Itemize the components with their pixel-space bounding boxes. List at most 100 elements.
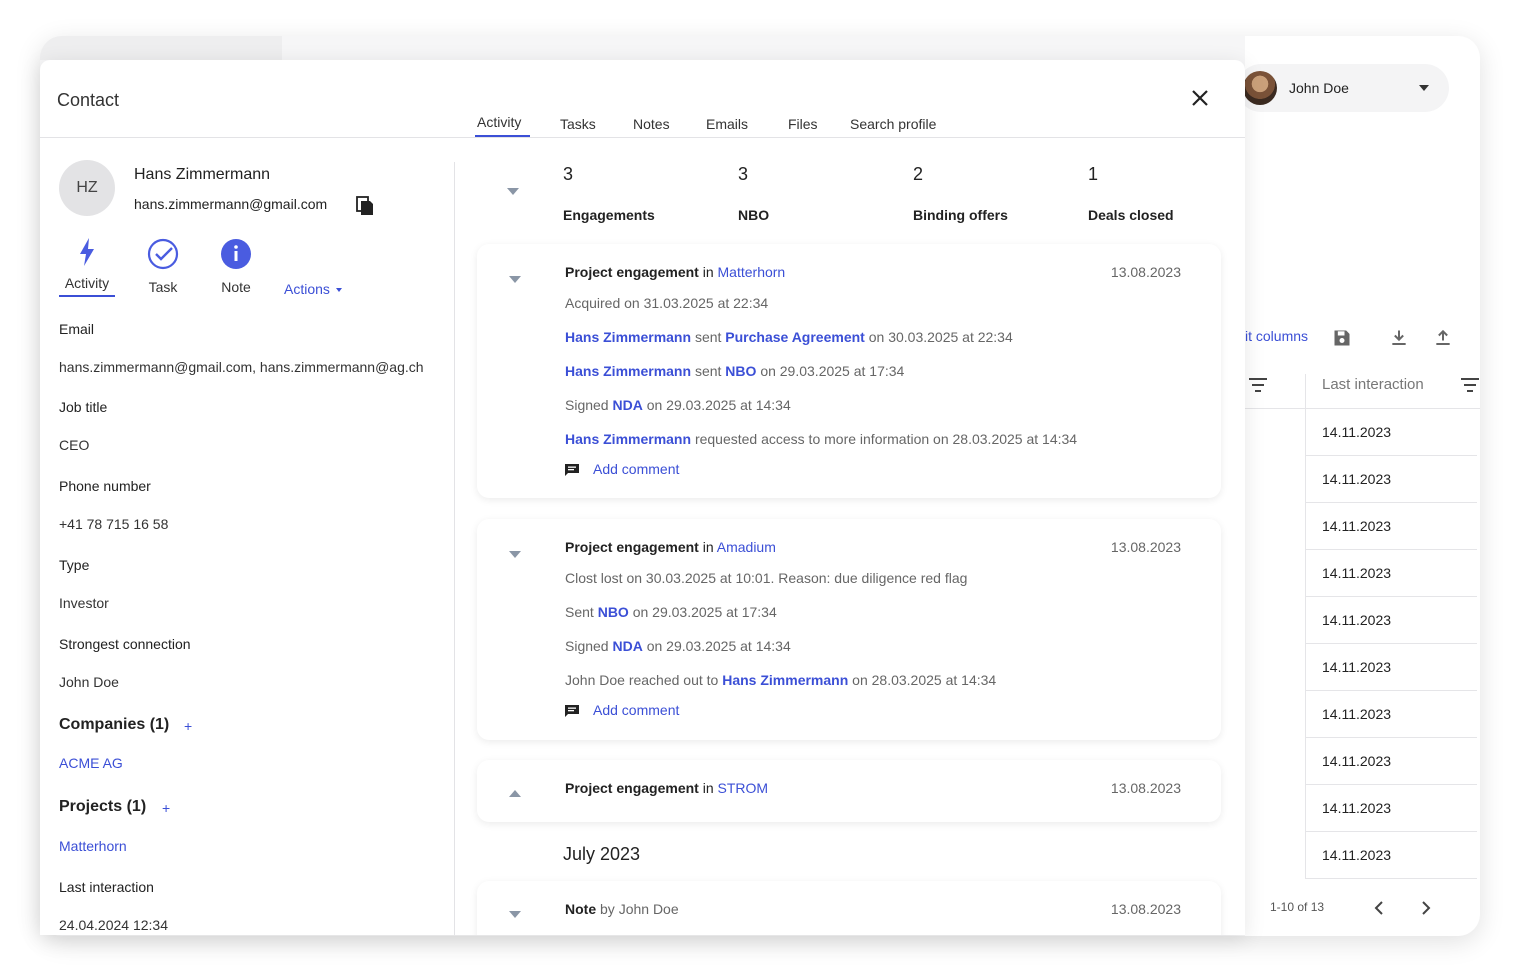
tab-activity[interactable]: Activity [477,114,521,130]
tab-tasks[interactable]: Tasks [560,116,596,132]
activity-verb: Sent [565,604,594,620]
person-link[interactable]: Hans Zimmermann [565,329,691,345]
chevron-down-icon[interactable] [1419,85,1429,91]
download-icon[interactable] [1389,328,1409,348]
document-link[interactable]: Purchase Agreement [725,329,865,345]
table-row[interactable]: 14.11.2023 [1305,503,1477,550]
lightning-icon [80,238,94,266]
close-icon[interactable] [1190,88,1210,108]
add-comment-label: Add comment [593,702,680,718]
stat-deals-closed: 1 Deals closed [1088,164,1174,223]
document-link[interactable]: NBO [725,363,756,379]
activity-verb: sent [694,329,722,345]
activity-text: requested access to more information on … [694,431,1078,447]
chevron-down-icon[interactable] [509,276,521,283]
table-row[interactable]: 14.11.2023 [1305,691,1477,738]
stat-label: Deals closed [1088,207,1174,223]
activity-line: Signed NDA on 29.03.2025 at 14:34 [565,638,791,654]
card-date: 13.08.2023 [1110,539,1181,555]
activity-verb: Signed [565,638,609,654]
activity-line: Acquired on 31.03.2025 at 22:34 [565,295,769,311]
note-card[interactable]: Note by John Doe 13.08.2023 [477,881,1221,935]
modal-title: Contact [57,90,120,110]
engagement-project-link[interactable]: Matterhorn [718,264,786,280]
company-link[interactable]: ACME AG [59,755,123,771]
contact-avatar: HZ [59,160,115,216]
engagement-in: in [702,264,714,280]
person-link[interactable]: Hans Zimmermann [565,363,691,379]
column-title-last-interaction[interactable]: Last interaction [1322,376,1424,393]
document-link[interactable]: NDA [612,638,642,654]
engagement-card-collapsed[interactable]: Project engagement in STROM 13.08.2023 [477,760,1221,822]
table-row[interactable]: 14.11.2023 [1305,738,1477,785]
table-row[interactable]: 14.11.2023 [1305,456,1477,503]
engagement-card[interactable]: Project engagement in Amadium 13.08.2023… [477,519,1221,740]
table-row[interactable]: 14.11.2023 [1305,785,1477,832]
user-menu[interactable]: John Doe [1237,64,1449,112]
chevron-right-icon[interactable] [1419,900,1433,916]
engagement-project-link[interactable]: Amadium [717,539,776,555]
engagement-in: in [702,539,714,555]
table-row[interactable]: 14.11.2023 [1305,550,1477,597]
add-project-button[interactable]: + [162,800,170,816]
person-link[interactable]: Hans Zimmermann [722,672,848,688]
edit-columns-link[interactable]: it columns [1245,328,1308,344]
field-value-job-title: CEO [59,437,90,453]
filter-icon[interactable] [1461,378,1479,392]
quick-action-task[interactable]: Task [141,238,185,295]
add-comment-label: Add comment [593,461,680,477]
chevron-down-icon[interactable] [509,911,521,918]
companies-title: Companies (1) [59,716,170,733]
quick-action-activity[interactable]: Activity [59,238,115,297]
upload-icon[interactable] [1433,328,1453,348]
actions-dropdown[interactable]: Actions [284,281,342,297]
tab-emails[interactable]: Emails [706,116,748,132]
note-author: by John Doe [600,901,679,917]
activity-line: Sent NBO on 29.03.2025 at 17:34 [565,604,777,620]
background-top-strip [40,36,282,60]
quick-action-indicator [59,295,115,297]
field-label-last-interaction: Last interaction [59,879,154,895]
card-date: 13.08.2023 [1110,780,1181,796]
stat-engagements: 3 Engagements [563,164,655,223]
chevron-down-icon[interactable] [509,551,521,558]
info-icon [221,239,251,269]
add-comment-button[interactable]: Add comment [565,702,679,718]
tab-search-profile[interactable]: Search profile [850,116,936,132]
table-row[interactable]: 14.11.2023 [1305,644,1477,691]
engagement-project-link[interactable]: STROM [718,780,769,796]
contact-details-panel: HZ Hans Zimmermann hans.zimmermann@gmail… [40,138,454,935]
person-link[interactable]: Hans Zimmermann [565,431,691,447]
chevron-down-icon[interactable] [507,188,519,195]
table-row[interactable]: 14.11.2023 [1305,409,1477,456]
card-header: Project engagement in STROM [565,780,768,796]
copy-icon[interactable] [356,196,374,216]
filter-icon[interactable] [1249,378,1267,392]
stat-value: 3 [563,164,574,184]
table-row[interactable]: 14.11.2023 [1305,597,1477,644]
card-header: Project engagement in Amadium [565,539,776,555]
stat-label: Binding offers [913,207,1008,223]
chevron-up-icon[interactable] [509,790,521,797]
activity-line: Hans Zimmermann requested access to more… [565,431,1077,447]
activity-panel: 3 Engagements 3 NBO 2 Binding offers 1 D… [455,138,1245,935]
field-value-email: hans.zimmermann@gmail.com, hans.zimmerma… [59,359,424,375]
engagement-card[interactable]: Project engagement in Matterhorn 13.08.2… [477,244,1221,498]
project-link[interactable]: Matterhorn [59,838,127,854]
quick-action-label: Task [148,279,178,295]
actions-label: Actions [284,281,330,297]
quick-action-label: Note [221,279,251,295]
tab-notes[interactable]: Notes [633,116,670,132]
add-company-button[interactable]: + [184,718,192,734]
note-type: Note [565,901,597,917]
tab-files[interactable]: Files [788,116,818,132]
quick-action-note[interactable]: Note [216,238,256,295]
add-comment-button[interactable]: Add comment [565,461,679,477]
chevron-left-icon[interactable] [1372,900,1386,916]
document-link[interactable]: NDA [612,397,642,413]
table-rows: 14.11.2023 14.11.2023 14.11.2023 14.11.2… [1305,409,1477,879]
check-circle-icon [147,238,179,270]
save-icon[interactable] [1332,328,1352,348]
document-link[interactable]: NBO [598,604,629,620]
table-row[interactable]: 14.11.2023 [1305,832,1477,879]
